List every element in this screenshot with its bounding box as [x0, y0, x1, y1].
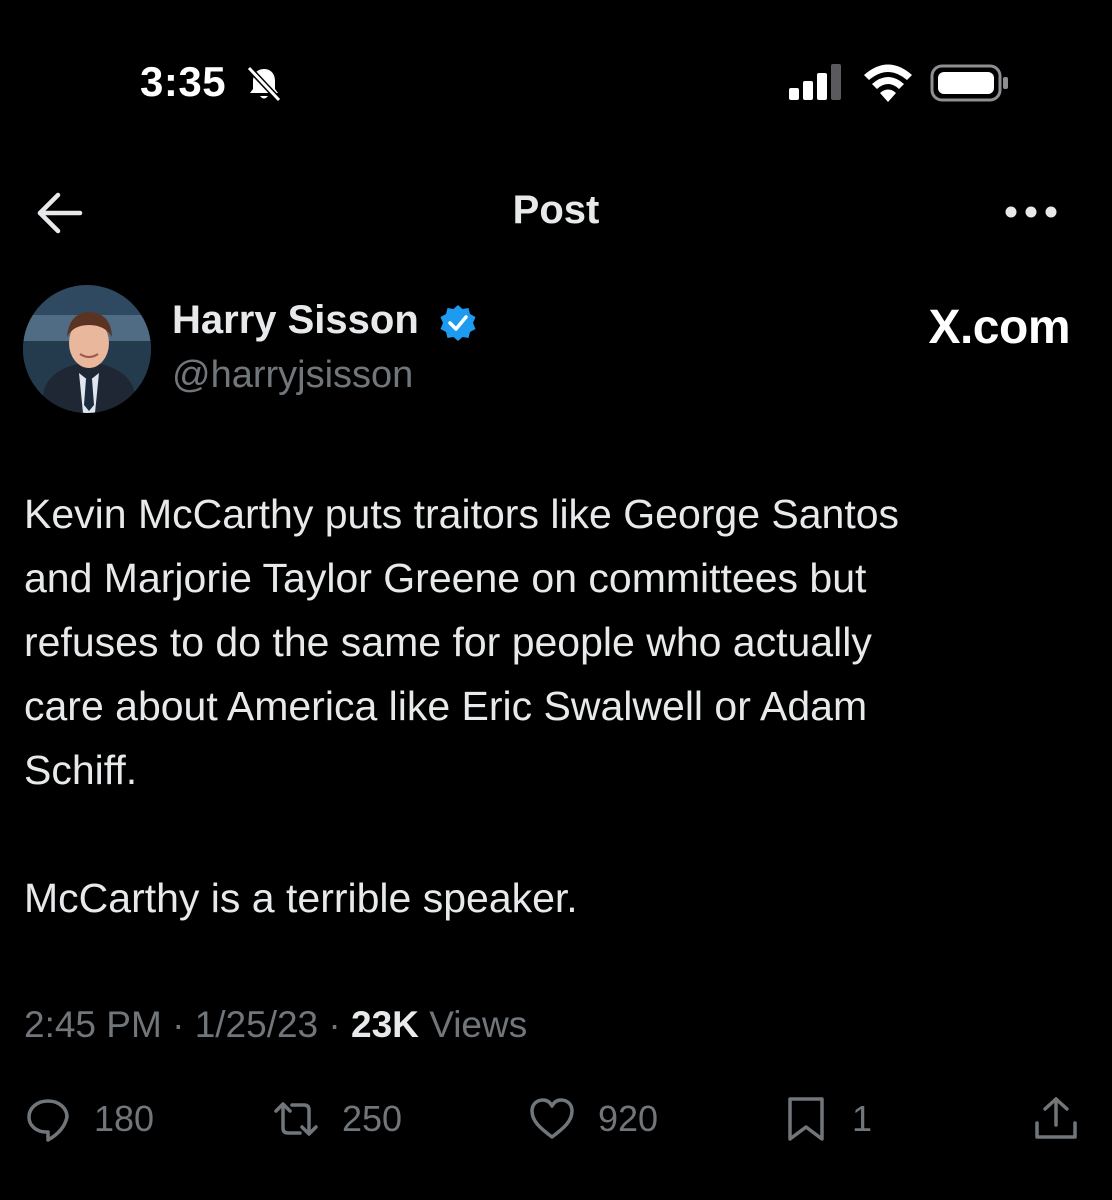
status-time: 3:35 — [140, 58, 227, 105]
author-handle[interactable]: @harryjsisson — [172, 354, 413, 397]
source-label: X.com — [928, 301, 1070, 354]
post-text: Kevin McCarthy puts traitors like George… — [24, 491, 900, 921]
page-title: Post — [512, 188, 600, 232]
like-count: 920 — [598, 1098, 659, 1139]
repost-count: 250 — [342, 1098, 403, 1139]
post-date[interactable]: 1/25/23 — [195, 1004, 318, 1045]
like-button[interactable]: 920 — [528, 1094, 658, 1144]
bookmark-icon — [788, 1097, 824, 1141]
bell-slash-icon — [246, 65, 282, 103]
meta-separator: · — [172, 1004, 185, 1045]
battery-icon — [930, 64, 1008, 102]
views-count: 23K — [351, 1004, 419, 1045]
author-name[interactable]: Harry Sisson — [172, 298, 419, 343]
more-options-icon[interactable] — [1004, 200, 1058, 224]
repost-button[interactable]: 250 — [272, 1094, 402, 1144]
reply-button[interactable]: 180 — [24, 1094, 154, 1144]
bookmark-count: 1 — [852, 1098, 873, 1139]
post-time[interactable]: 2:45 PM — [24, 1004, 162, 1045]
views-label: Views — [429, 1004, 528, 1045]
wifi-icon — [864, 64, 912, 102]
post-screen: 3:35 Post Harry Sisson @harryjsisson X.c… — [0, 0, 1112, 1200]
reply-count: 180 — [94, 1098, 155, 1139]
verified-badge-icon — [440, 305, 476, 341]
cellular-signal-icon — [789, 64, 841, 100]
heart-icon — [530, 1098, 574, 1139]
avatar[interactable] — [23, 285, 151, 413]
reply-icon — [27, 1099, 69, 1142]
share-button[interactable] — [1032, 1094, 1080, 1144]
repost-icon — [274, 1102, 318, 1136]
bookmark-button[interactable]: 1 — [782, 1094, 872, 1144]
post-meta: 2:45 PM · 1/25/23 · 23K Views — [24, 1004, 527, 1046]
share-icon — [1035, 1097, 1077, 1139]
meta-separator: · — [328, 1004, 341, 1045]
